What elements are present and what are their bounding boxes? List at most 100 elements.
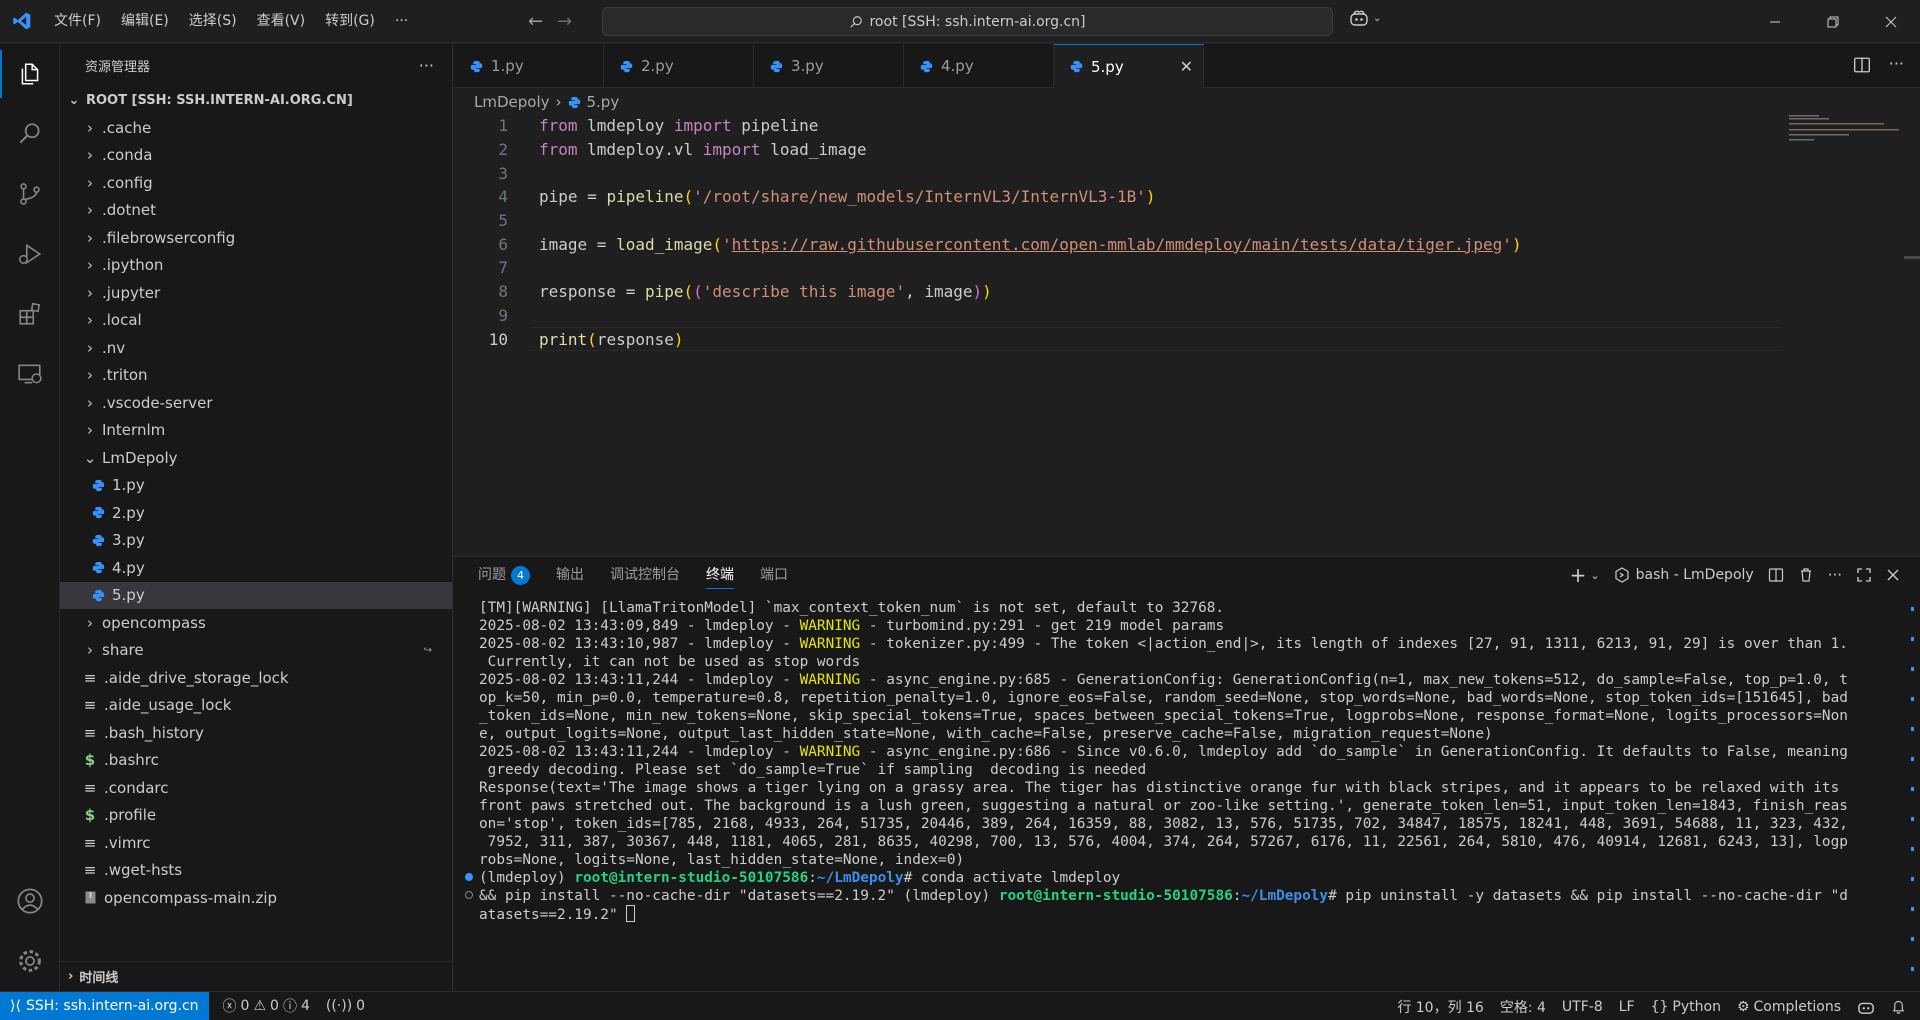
tree-file[interactable]: opencompass-main.zip	[60, 884, 452, 912]
split-terminal-icon[interactable]	[1768, 567, 1784, 583]
menu-file[interactable]: 文件(F)	[44, 0, 111, 43]
tree-file[interactable]: 1.py	[60, 472, 452, 500]
command-center-search[interactable]: root [SSH: ssh.intern-ai.org.cn]	[602, 7, 1333, 36]
tree-folder[interactable]: › .dotnet	[60, 197, 452, 225]
breadcrumb-folder[interactable]: LmDepoly	[474, 93, 550, 111]
tree-file[interactable]: ≡ .bash_history	[60, 719, 452, 747]
accounts-icon[interactable]	[0, 871, 60, 931]
remote-explorer-icon[interactable]	[0, 344, 60, 404]
ports-status[interactable]: ((·)) 0	[318, 992, 373, 1020]
source-control-icon[interactable]	[0, 164, 60, 224]
settings-gear-icon[interactable]	[0, 931, 60, 991]
tree-file[interactable]: ≡ .vimrc	[60, 829, 452, 857]
tree-folder[interactable]: › .config	[60, 169, 452, 197]
forward-arrow-icon[interactable]: →	[557, 11, 572, 32]
terminal-input-line[interactable]: atasets==2.19.2"	[479, 905, 1904, 923]
tab-debug-console[interactable]: 调试控制台	[610, 557, 680, 593]
close-panel-icon[interactable]	[1886, 568, 1900, 582]
terminal-cursor	[626, 905, 636, 922]
split-editor-icon[interactable]	[1853, 56, 1871, 74]
tree-file[interactable]: 4.py	[60, 554, 452, 582]
tree-file[interactable]: ≡ .condarc	[60, 774, 452, 802]
terminal-line: 2025-08-02 13:43:09,849 - lmdeploy - WAR…	[479, 618, 1225, 634]
run-debug-icon[interactable]	[0, 224, 60, 284]
tab-3-py[interactable]: 3.py	[754, 44, 904, 88]
more-menu-icon[interactable]: ···	[385, 0, 418, 43]
terminal-selector[interactable]: bash - LmDepoly	[1614, 567, 1754, 583]
terminal-output[interactable]: [TM][WARNING] [LlamaTritonModel] `max_co…	[465, 599, 1904, 923]
remote-indicator[interactable]: ⟩⟨ SSH: ssh.intern-ai.org.cn	[0, 991, 209, 1020]
tree-file[interactable]: 3.py	[60, 527, 452, 555]
tree-folder[interactable]: › .triton	[60, 362, 452, 390]
code-link[interactable]: https://raw.githubusercontent.com/open-m…	[732, 235, 1503, 254]
tree-folder[interactable]: › .filebrowserconfig	[60, 224, 452, 252]
extensions-icon[interactable]	[0, 284, 60, 344]
new-terminal-icon[interactable]: +	[1570, 563, 1587, 587]
trash-icon[interactable]	[1798, 567, 1814, 583]
tree-folder[interactable]: › .jupyter	[60, 279, 452, 307]
tree-file[interactable]: ≡ .aide_drive_storage_lock	[60, 664, 452, 692]
tab-ports[interactable]: 端口	[760, 557, 788, 593]
tab-4-py[interactable]: 4.py	[904, 44, 1054, 88]
terminal-line: front paws stretched out. The background…	[479, 798, 1848, 814]
tab-5-py[interactable]: 5.py ✕	[1054, 44, 1204, 88]
workspace-root[interactable]: ⌄ ROOT [SSH: SSH.INTERN-AI.ORG.CN]	[60, 87, 452, 114]
more-actions-icon[interactable]: ···	[419, 56, 434, 75]
tab-problems[interactable]: 问题 4	[478, 557, 530, 593]
tree-folder[interactable]: › opencompass	[60, 609, 452, 637]
tree-folder-open[interactable]: ⌄ LmDepoly	[60, 444, 452, 472]
tree-file[interactable]: ≡ .aide_usage_lock	[60, 692, 452, 720]
tab-2-py[interactable]: 2.py	[604, 44, 754, 88]
tree-folder[interactable]: › .local	[60, 307, 452, 335]
menu-view[interactable]: 查看(V)	[247, 0, 316, 43]
menu-selection[interactable]: 选择(S)	[179, 0, 247, 43]
tree-file[interactable]: 2.py	[60, 499, 452, 527]
copilot-status-icon[interactable]	[1849, 992, 1883, 1020]
language-mode[interactable]: {} Python	[1643, 992, 1729, 1020]
tree-folder[interactable]: › .conda	[60, 142, 452, 170]
breadcrumb-file[interactable]: 5.py	[587, 93, 620, 111]
tree-folder[interactable]: › .ipython	[60, 252, 452, 280]
terminal-line: 2025-08-02 13:43:11,244 - lmdeploy - WAR…	[479, 744, 1848, 760]
restore-button[interactable]	[1804, 0, 1862, 43]
search-icon[interactable]	[0, 104, 60, 164]
timeline-section[interactable]: › 时间线	[60, 961, 452, 991]
terminal-scroll-markers	[1911, 607, 1914, 977]
tree-file-selected[interactable]: 5.py	[60, 581, 452, 609]
maximize-panel-icon[interactable]	[1856, 567, 1872, 583]
notifications-bell-icon[interactable]	[1883, 992, 1920, 1020]
tree-folder[interactable]: › Internlm	[60, 417, 452, 445]
close-window-button[interactable]	[1862, 0, 1920, 43]
copilot-menu[interactable]: ⌄	[1349, 9, 1381, 27]
chevron-down-icon[interactable]: ⌄	[1590, 569, 1599, 582]
tree-folder[interactable]: › share ↪	[60, 637, 452, 665]
encoding[interactable]: UTF-8	[1554, 992, 1611, 1020]
minimap[interactable]	[1789, 114, 1899, 144]
tree-file[interactable]: $ .bashrc	[60, 747, 452, 775]
tree-folder[interactable]: › .vscode-server	[60, 389, 452, 417]
panel-more-icon[interactable]: ···	[1828, 566, 1842, 584]
explorer-icon[interactable]	[0, 44, 60, 104]
tree-file[interactable]: ≡ .wget-hsts	[60, 857, 452, 885]
tab-terminal[interactable]: 终端	[706, 557, 734, 593]
menu-edit[interactable]: 编辑(E)	[111, 0, 179, 43]
completions-status[interactable]: ⚙ Completions	[1729, 992, 1849, 1020]
command-success-dot[interactable]	[465, 873, 473, 881]
cursor-position[interactable]: 行 10，列 16	[1389, 992, 1492, 1020]
indentation[interactable]: 空格: 4	[1492, 992, 1554, 1020]
command-pending-dot[interactable]	[465, 891, 473, 899]
editor-more-icon[interactable]: ···	[1889, 56, 1904, 74]
chevron-right-icon: ›	[87, 421, 93, 440]
close-tab-icon[interactable]: ✕	[1180, 57, 1193, 76]
tree-folder[interactable]: › .cache	[60, 114, 452, 142]
code-editor[interactable]: 1 from lmdeploy import pipeline 2 from lmd…	[454, 114, 1920, 554]
tab-output[interactable]: 输出	[556, 557, 584, 593]
tab-1-py[interactable]: 1.py	[454, 44, 604, 88]
back-arrow-icon[interactable]: ←	[528, 11, 543, 32]
problems-status[interactable]: ⓧ 0 ⚠ 0 ⓘ 4	[209, 992, 318, 1020]
tree-file[interactable]: $ .profile	[60, 802, 452, 830]
tree-folder[interactable]: › .nv	[60, 334, 452, 362]
menu-go[interactable]: 转到(G)	[315, 0, 385, 43]
minimize-button[interactable]	[1746, 0, 1804, 43]
end-of-line[interactable]: LF	[1611, 992, 1643, 1020]
